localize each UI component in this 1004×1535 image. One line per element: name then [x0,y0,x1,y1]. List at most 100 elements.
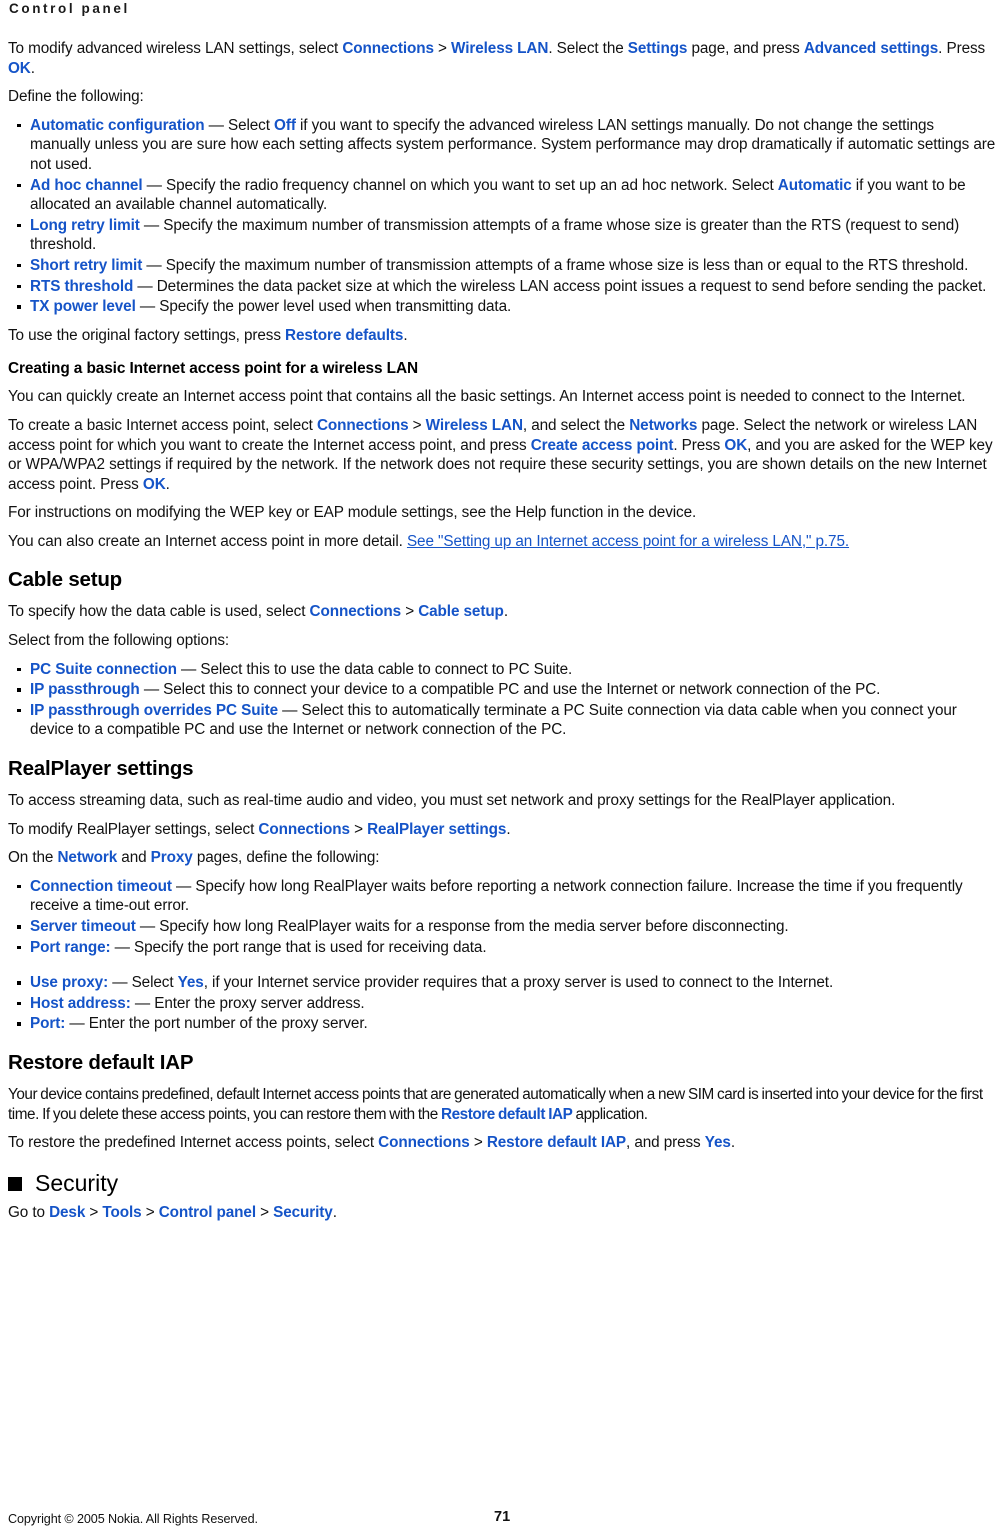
ui-term-connections: Connections [342,40,434,57]
cross-reference-link[interactable]: See "Setting up an Internet access point… [407,533,849,550]
text-fragment: . Press [673,436,725,454]
ui-term-network: Network [57,849,118,867]
list-item: Short retry limit — Specify the maximum … [8,256,996,276]
list-item: Connection timeout — Specify how long Re… [8,877,996,916]
ui-term-host-address: Host address: [30,994,131,1012]
list-item: RTS threshold — Determines the data pack… [8,277,996,297]
list-item: IP passthrough — Select this to connect … [8,680,996,700]
document-page: Control panel To modify advanced wireles… [0,0,1004,1535]
ui-term-settings: Settings [627,40,688,57]
paragraph-restore-defaults: To use the original factory settings, pr… [8,326,996,346]
text-fragment: Specify the maximum number of transmissi… [30,216,960,254]
ui-term-control-panel: Control panel [158,1203,256,1221]
paragraph-restore-iap-steps: To restore the predefined Internet acces… [8,1133,996,1153]
text-fragment: — [108,974,132,992]
list-item: Use proxy: — Select Yes, if your Interne… [8,973,996,993]
ui-term-cable-setup: Cable setup [418,603,504,621]
ui-term-advanced-settings: Advanced settings [803,40,939,57]
ui-term-rts-threshold: RTS threshold [30,277,134,295]
paragraph-cable-options-intro: Select from the following options: [8,632,230,650]
list-item: PC Suite connection — Select this to use… [8,660,996,680]
text-fragment: > [433,40,452,57]
text-fragment: — [204,116,228,134]
heading-restore-default-iap: Restore default IAP [8,1050,194,1074]
paragraph-detailed-iap: You can also create an Internet access p… [8,532,996,552]
text-fragment: — [171,877,196,895]
text-fragment: , and press [626,1134,705,1152]
text-fragment: Specify the radio frequency channel on w… [166,176,778,194]
heading-security-chapter: Security [8,1170,996,1197]
text-fragment: . [165,475,170,493]
text-fragment: — [139,681,164,699]
text-fragment: — [278,701,302,719]
text-fragment: > [85,1203,103,1221]
ui-term-ip-passthrough: IP passthrough [30,681,140,699]
ui-term-networks: Networks [629,416,698,434]
text-fragment: You can also create an Internet access p… [8,532,407,550]
ui-term-ad-hoc-channel: Ad hoc channel [30,176,143,194]
text-fragment: Enter the port number of the proxy serve… [88,1015,368,1033]
text-fragment: . [403,326,408,344]
text-fragment: , and select the [522,416,630,434]
page-content: To modify advanced wireless LAN settings… [8,17,996,1222]
text-fragment: — [130,994,155,1012]
square-bullet-icon [8,1177,22,1192]
text-fragment: Enter the proxy server address. [154,994,365,1012]
ui-term-yes: Yes [177,974,204,992]
text-fragment: > [255,1203,274,1221]
text-fragment: > [141,1203,159,1221]
heading-creating-basic-iap: Creating a basic Internet access point f… [8,360,418,378]
text-fragment: — [139,216,164,234]
text-fragment: To specify how the data cable is used, s… [8,603,310,621]
list-realplayer-proxy-settings: Use proxy: — Select Yes, if your Interne… [8,973,996,1034]
text-fragment: — [142,256,166,274]
ui-term-yes: Yes [704,1134,731,1152]
list-item: Server timeout — Specify how long RealPl… [8,917,996,937]
paragraph-basic-iap-steps: To create a basic Internet access point,… [8,416,996,494]
text-fragment: — [176,660,201,678]
ui-term-proxy: Proxy [150,849,193,867]
ui-term-create-access-point: Create access point [530,436,674,454]
text-fragment: . Press [938,40,986,57]
ui-term-port: Port: [30,1015,66,1033]
paragraph-define-following: Define the following: [8,88,144,106]
list-cable-setup-options: PC Suite connection — Select this to use… [8,660,996,740]
list-item: Port range: — Specify the port range tha… [8,938,996,958]
text-fragment: — [142,176,166,194]
text-fragment: Select this to use the data cable to con… [200,660,573,678]
ui-term-use-proxy: Use proxy: [30,974,109,992]
ui-term-port-range: Port range: [30,938,111,956]
text-fragment: Specify the power level used when transm… [159,298,512,316]
text-fragment: pages, define the following: [192,849,380,867]
list-item: Host address: — Enter the proxy server a… [8,994,996,1014]
ui-term-automatic: Automatic [777,176,852,194]
ui-term-restore-default-iap: Restore default IAP [441,1105,573,1123]
paragraph-network-proxy-pages: On the Network and Proxy pages, define t… [8,848,996,868]
text-fragment: . [506,820,511,838]
text-fragment: Determines the data packet size at which… [156,277,987,295]
ui-term-off: Off [274,116,296,134]
ui-term-tx-power-level: TX power level [30,298,136,316]
ui-term-pc-suite-connection: PC Suite connection [30,660,177,678]
text-fragment: — [110,938,134,956]
ui-term-ok: OK [142,475,166,493]
text-fragment: Go to [8,1203,50,1221]
paragraph-realplayer-intro: To access streaming data, such as real-t… [8,792,896,810]
ui-term-long-retry-limit: Long retry limit [30,216,140,234]
ui-term-connections: Connections [316,416,409,434]
ui-term-wireless-lan: Wireless LAN [451,40,549,57]
ui-term-server-timeout: Server timeout [30,918,136,935]
text-fragment: — [133,277,157,295]
ui-term-restore-defaults: Restore defaults [285,326,404,344]
copyright-notice: Copyright © 2005 Nokia. All Rights Reser… [8,1512,258,1526]
text-fragment: . [332,1203,337,1221]
text-fragment: Select this to connect your device to a … [163,681,881,699]
text-fragment: On the [8,849,58,867]
ui-term-connections: Connections [309,603,402,621]
text-fragment: To create a basic Internet access point,… [8,416,317,434]
text-fragment: , if your Internet service provider requ… [203,974,834,992]
text-fragment: Select [131,974,178,992]
paragraph-security-path: Go to Desk > Tools > Control panel > Sec… [8,1203,996,1223]
text-fragment: > [349,820,368,838]
text-fragment: To modify RealPlayer settings, select [8,820,259,838]
